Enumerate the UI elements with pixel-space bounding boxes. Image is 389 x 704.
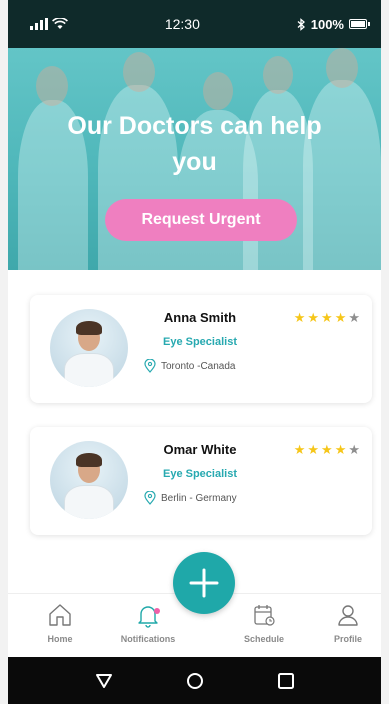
- home-circle-icon[interactable]: [185, 671, 205, 691]
- star-icon: ★: [307, 442, 320, 457]
- bell-icon: [138, 606, 158, 628]
- user-icon: [338, 605, 358, 626]
- nav-profile[interactable]: Profile: [308, 602, 388, 644]
- rating-stars: ★ ★ ★ ★ ★: [294, 443, 360, 456]
- recents-square-icon[interactable]: [276, 671, 296, 691]
- bluetooth-icon: [297, 17, 305, 31]
- plus-icon: [189, 568, 219, 598]
- clock-time: 12:30: [164, 16, 200, 32]
- location-pin-icon: [144, 491, 156, 505]
- star-icon: ★: [321, 310, 333, 325]
- doctor-name: Omar White: [163, 442, 237, 457]
- doctor-location: Berlin - Germany: [144, 491, 237, 505]
- doctor-card[interactable]: Anna Smith Eye Specialist Toronto -Canad…: [30, 295, 372, 403]
- nav-schedule-label: Schedule: [243, 634, 284, 644]
- doctor-avatar: [50, 309, 128, 387]
- battery-percent: 100%: [310, 16, 344, 32]
- star-icon: ★: [334, 310, 347, 325]
- add-fab-button[interactable]: [173, 552, 235, 614]
- star-icon: ★: [293, 442, 306, 457]
- star-icon: ★: [307, 310, 320, 325]
- signal-icon: [30, 18, 48, 30]
- nav-schedule[interactable]: Schedule: [224, 602, 304, 644]
- doctor-avatar: [50, 441, 128, 519]
- star-empty-icon: ★: [348, 310, 360, 325]
- location-pin-icon: [144, 359, 156, 373]
- back-triangle-icon[interactable]: [94, 671, 114, 691]
- doctor-specialty: Eye Specialist: [163, 336, 237, 348]
- battery-icon: [348, 19, 370, 29]
- nav-profile-label: Profile: [333, 634, 362, 644]
- calendar-icon: [254, 605, 275, 626]
- star-icon: ★: [334, 442, 347, 457]
- status-bar: 12:30 100%: [8, 0, 381, 48]
- doctor-name: Anna Smith: [163, 310, 237, 325]
- doctor-specialty: Eye Specialist: [163, 468, 237, 480]
- doctor-location-text: Toronto -Canada: [161, 360, 236, 372]
- doctor-location: Toronto -Canada: [144, 359, 236, 373]
- nav-notifications[interactable]: Notifications: [108, 602, 188, 644]
- home-icon: [49, 604, 71, 626]
- star-empty-icon: ★: [348, 442, 360, 457]
- system-nav-bar: [8, 657, 381, 704]
- nav-home-label: Home: [47, 634, 73, 644]
- doctor-location-text: Berlin - Germany: [161, 492, 237, 504]
- request-urgent-button[interactable]: Request Urgent: [105, 199, 297, 241]
- nav-notifications-label: Notifications: [120, 634, 176, 644]
- notification-dot: [154, 608, 160, 614]
- star-icon: ★: [321, 442, 333, 457]
- hero-banner: Our Doctors can help you Request Urgent: [8, 48, 381, 270]
- nav-home[interactable]: Home: [20, 602, 100, 644]
- hero-title: Our Doctors can help you: [67, 112, 322, 176]
- rating-stars: ★ ★ ★ ★ ★: [294, 311, 360, 324]
- doctor-card[interactable]: Omar White Eye Specialist Berlin - Germa…: [30, 427, 372, 535]
- star-icon: ★: [293, 310, 306, 325]
- wifi-icon: [52, 18, 68, 29]
